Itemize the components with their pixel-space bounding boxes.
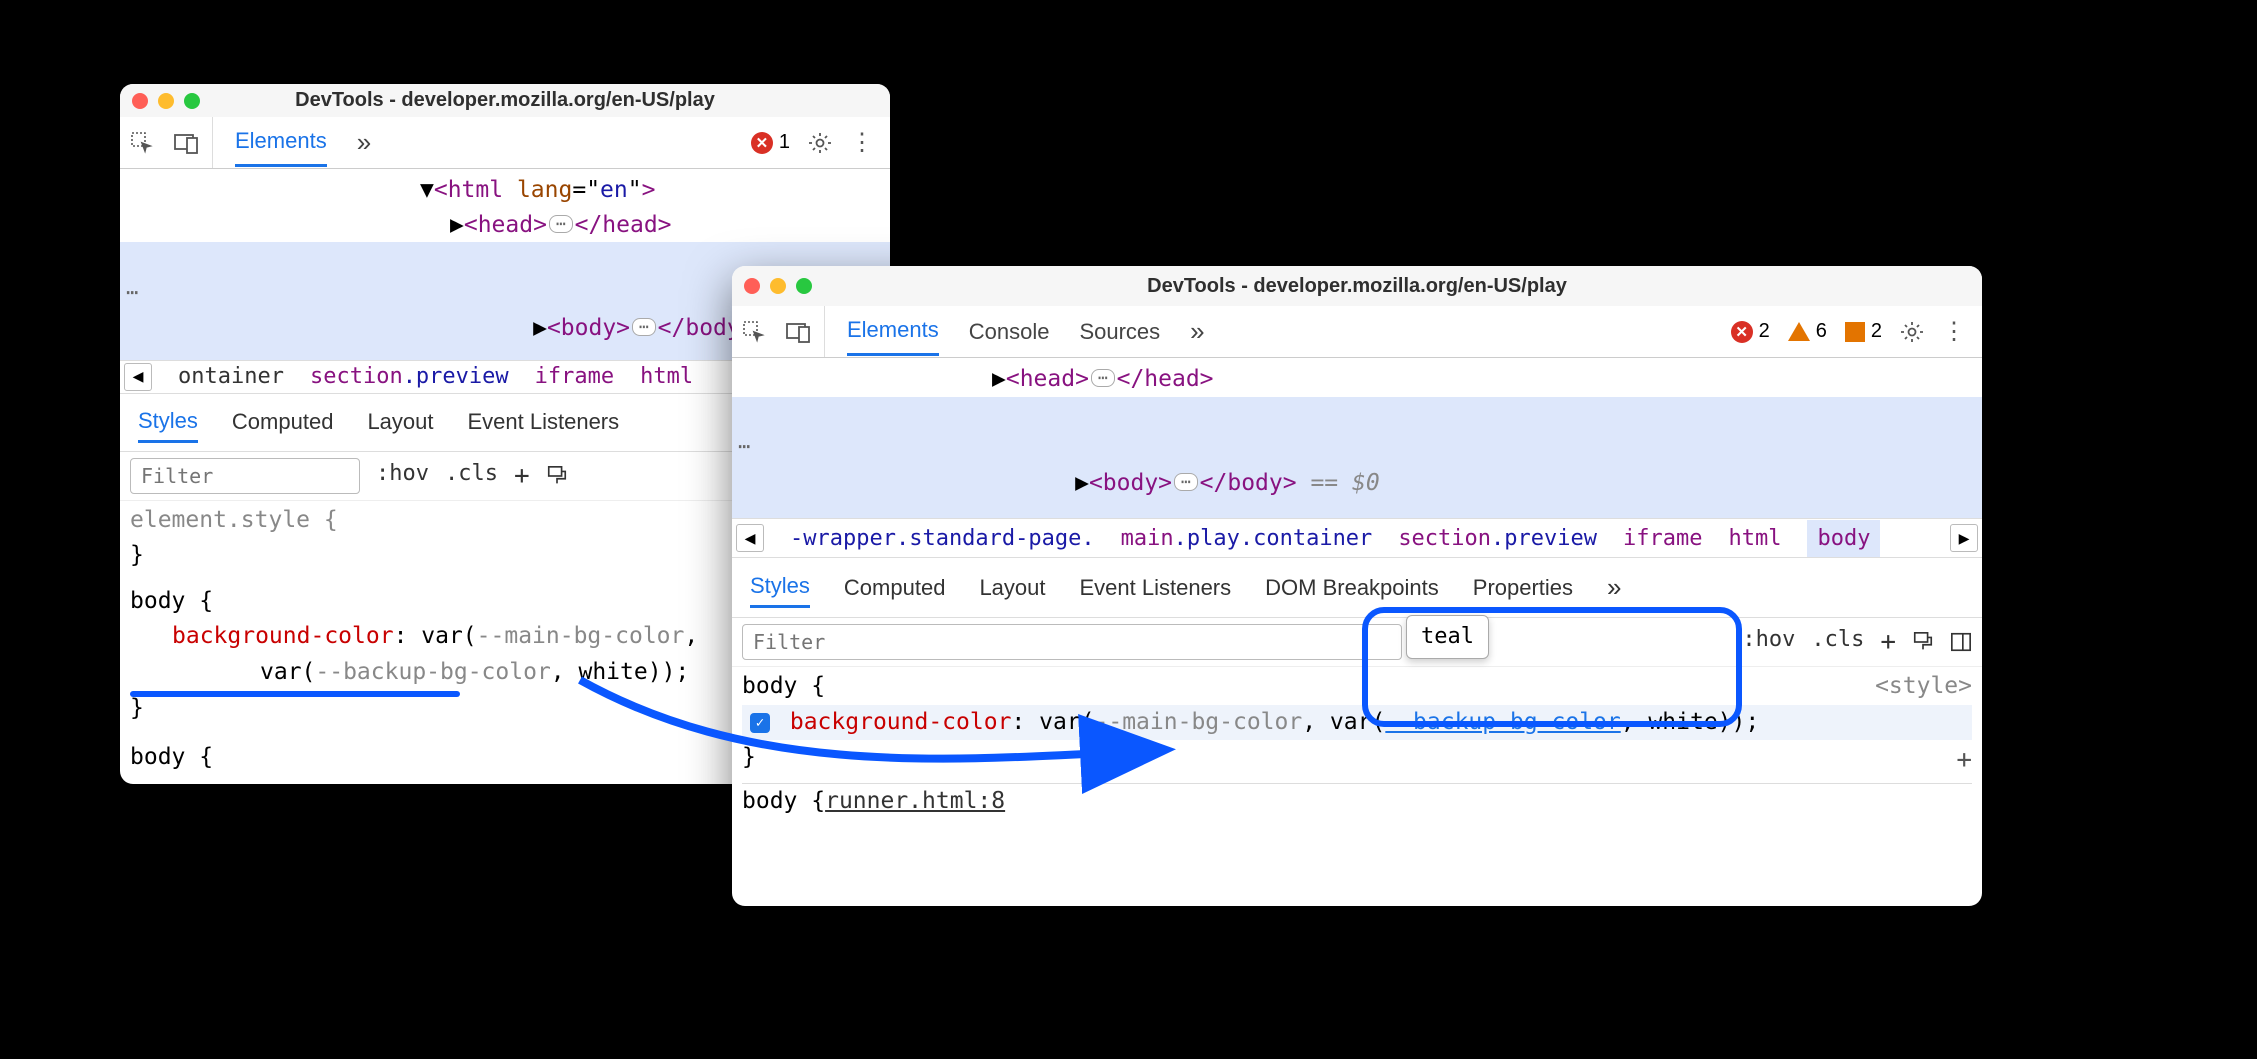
breadcrumb-fwd-button[interactable]: ▶ [1950, 524, 1978, 552]
tab-sources[interactable]: Sources [1079, 309, 1160, 355]
warning-icon [1788, 322, 1810, 341]
subtab-computed[interactable]: Computed [844, 569, 946, 607]
kebab-menu-icon[interactable]: ⋮ [1942, 317, 1966, 346]
window-controls [132, 93, 200, 109]
hov-toggle[interactable]: :hov [1742, 627, 1795, 657]
breadcrumb-item[interactable]: -wrapper.standard-page. [790, 526, 1095, 551]
annotation-highlight-ring [1362, 607, 1742, 727]
subtab-eventlisteners[interactable]: Event Listeners [1080, 569, 1232, 607]
window-controls [744, 278, 812, 294]
error-count[interactable]: ✕ 1 [751, 131, 790, 154]
window-title: DevTools - developer.mozilla.org/en-US/p… [732, 275, 1982, 298]
subtab-properties[interactable]: Properties [1473, 569, 1573, 607]
source-link[interactable]: runner.html:8 [825, 784, 1005, 820]
new-rule-button[interactable]: + [514, 461, 530, 491]
subtabs-overflow-icon[interactable]: » [1607, 566, 1621, 609]
subtab-layout[interactable]: Layout [367, 403, 433, 441]
tab-elements[interactable]: Elements [235, 118, 327, 167]
gear-icon[interactable] [808, 131, 832, 155]
subtab-styles[interactable]: Styles [750, 567, 810, 608]
close-icon[interactable] [132, 93, 148, 109]
kebab-menu-icon[interactable]: ⋮ [850, 128, 874, 157]
device-toolbar-icon[interactable] [172, 132, 200, 154]
subtab-eventlisteners[interactable]: Event Listeners [468, 403, 620, 441]
paint-icon[interactable] [1912, 627, 1934, 657]
devtools-toolbar: Elements Console Sources » ✕2 6 2 ⋮ [732, 306, 1982, 358]
error-icon: ✕ [1731, 321, 1753, 343]
error-count[interactable]: ✕2 [1731, 320, 1770, 343]
subtab-layout[interactable]: Layout [979, 569, 1045, 607]
source-link[interactable]: <style> [1875, 669, 1972, 705]
gear-icon[interactable] [1900, 320, 1924, 344]
error-icon: ✕ [751, 132, 773, 154]
cls-toggle[interactable]: .cls [1811, 627, 1864, 657]
styles-filter-row: :hov .cls + [732, 618, 1982, 667]
breadcrumb-item[interactable]: html [1728, 526, 1781, 551]
cls-toggle[interactable]: .cls [445, 461, 498, 491]
breadcrumb-item[interactable]: section.preview [1398, 526, 1597, 551]
annotation-underline [130, 691, 460, 697]
styles-pane[interactable]: body {<style> ✓ background-color: var(--… [732, 667, 1982, 827]
zoom-icon[interactable] [796, 278, 812, 294]
filter-input[interactable] [130, 458, 360, 494]
breadcrumb-back-button[interactable]: ◀ [124, 363, 152, 391]
paint-icon[interactable] [546, 461, 568, 491]
new-property-button[interactable]: + [1956, 740, 1972, 780]
titlebar[interactable]: DevTools - developer.mozilla.org/en-US/p… [120, 84, 890, 117]
close-icon[interactable] [744, 278, 760, 294]
tabs-overflow-icon[interactable]: » [1190, 306, 1204, 357]
titlebar[interactable]: DevTools - developer.mozilla.org/en-US/p… [732, 266, 1982, 306]
issue-icon [1845, 322, 1865, 342]
devtools-toolbar: Elements » ✕ 1 ⋮ [120, 117, 890, 169]
inspect-icon[interactable] [742, 320, 766, 344]
devtools-window-b: DevTools - developer.mozilla.org/en-US/p… [732, 266, 1982, 906]
breadcrumb-item-active[interactable]: body [1807, 520, 1880, 557]
styles-tab-strip: Styles Computed Layout Event Listeners D… [732, 558, 1982, 618]
dom-tree[interactable]: ▶<head>⋯</head> ⋯ ▶<body>⋯</body> == $0 … [732, 358, 1982, 518]
minimize-icon[interactable] [158, 93, 174, 109]
zoom-icon[interactable] [184, 93, 200, 109]
device-toolbar-icon[interactable] [784, 321, 812, 343]
breadcrumb-item[interactable]: iframe [1623, 526, 1702, 551]
new-rule-button[interactable]: + [1880, 627, 1896, 657]
computed-panel-icon[interactable] [1950, 627, 1972, 657]
issue-count[interactable]: 2 [1845, 320, 1882, 343]
inspect-icon[interactable] [130, 131, 154, 155]
tabs-overflow-icon[interactable]: » [357, 117, 371, 168]
breadcrumb: ◀ -wrapper.standard-page. main.play.cont… [732, 518, 1982, 558]
subtab-styles[interactable]: Styles [138, 402, 198, 443]
hov-toggle[interactable]: :hov [376, 461, 429, 491]
subtab-computed[interactable]: Computed [232, 403, 334, 441]
ellipsis-icon: ⋯ [738, 431, 752, 461]
subtab-dom-breakpoints[interactable]: DOM Breakpoints [1265, 569, 1439, 607]
breadcrumb-item[interactable]: html [640, 364, 693, 389]
breadcrumb-back-button[interactable]: ◀ [736, 524, 764, 552]
breadcrumb-item[interactable]: section.preview [310, 364, 509, 389]
breadcrumb-item[interactable]: ontainer [178, 364, 284, 389]
window-title: DevTools - developer.mozilla.org/en-US/p… [120, 89, 890, 112]
minimize-icon[interactable] [770, 278, 786, 294]
breadcrumb-item[interactable]: iframe [535, 364, 614, 389]
property-toggle-checkbox[interactable]: ✓ [750, 713, 770, 733]
ellipsis-icon: ⋯ [126, 277, 140, 307]
filter-input[interactable] [742, 624, 1402, 660]
breadcrumb-item[interactable]: main.play.container [1121, 526, 1373, 551]
tab-console[interactable]: Console [969, 309, 1050, 355]
warning-count[interactable]: 6 [1788, 320, 1827, 343]
tab-elements[interactable]: Elements [847, 307, 939, 356]
